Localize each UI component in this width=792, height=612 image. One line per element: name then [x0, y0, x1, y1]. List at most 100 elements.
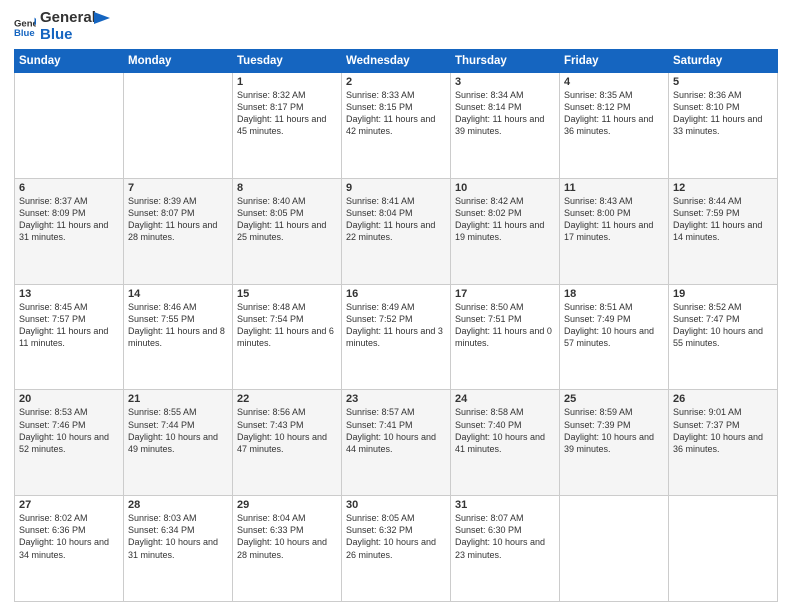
day-info: Sunrise: 8:34 AM Sunset: 8:14 PM Dayligh… [455, 89, 555, 138]
calendar-cell [560, 496, 669, 602]
day-number: 2 [346, 76, 446, 88]
day-info: Sunrise: 8:52 AM Sunset: 7:47 PM Dayligh… [673, 301, 773, 350]
calendar-cell: 29Sunrise: 8:04 AM Sunset: 6:33 PM Dayli… [233, 496, 342, 602]
day-info: Sunrise: 8:43 AM Sunset: 8:00 PM Dayligh… [564, 195, 664, 244]
day-info: Sunrise: 8:40 AM Sunset: 8:05 PM Dayligh… [237, 195, 337, 244]
day-number: 30 [346, 499, 446, 511]
day-info: Sunrise: 8:51 AM Sunset: 7:49 PM Dayligh… [564, 301, 664, 350]
day-info: Sunrise: 8:48 AM Sunset: 7:54 PM Dayligh… [237, 301, 337, 350]
day-number: 29 [237, 499, 337, 511]
logo: General Blue General Blue [14, 10, 110, 43]
calendar-week-row: 6Sunrise: 8:37 AM Sunset: 8:09 PM Daylig… [15, 178, 778, 284]
col-friday: Friday [560, 50, 669, 73]
day-info: Sunrise: 8:45 AM Sunset: 7:57 PM Dayligh… [19, 301, 119, 350]
col-thursday: Thursday [451, 50, 560, 73]
day-number: 1 [237, 76, 337, 88]
day-number: 6 [19, 182, 119, 194]
calendar-week-row: 20Sunrise: 8:53 AM Sunset: 7:46 PM Dayli… [15, 390, 778, 496]
calendar-cell: 23Sunrise: 8:57 AM Sunset: 7:41 PM Dayli… [342, 390, 451, 496]
day-info: Sunrise: 8:56 AM Sunset: 7:43 PM Dayligh… [237, 406, 337, 455]
day-number: 21 [128, 393, 228, 405]
day-info: Sunrise: 8:41 AM Sunset: 8:04 PM Dayligh… [346, 195, 446, 244]
day-info: Sunrise: 8:59 AM Sunset: 7:39 PM Dayligh… [564, 406, 664, 455]
day-info: Sunrise: 8:02 AM Sunset: 6:36 PM Dayligh… [19, 512, 119, 561]
calendar-cell: 16Sunrise: 8:49 AM Sunset: 7:52 PM Dayli… [342, 284, 451, 390]
day-info: Sunrise: 8:42 AM Sunset: 8:02 PM Dayligh… [455, 195, 555, 244]
day-number: 18 [564, 288, 664, 300]
day-info: Sunrise: 9:01 AM Sunset: 7:37 PM Dayligh… [673, 406, 773, 455]
day-info: Sunrise: 8:32 AM Sunset: 8:17 PM Dayligh… [237, 89, 337, 138]
day-number: 27 [19, 499, 119, 511]
calendar-cell: 27Sunrise: 8:02 AM Sunset: 6:36 PM Dayli… [15, 496, 124, 602]
calendar-week-row: 13Sunrise: 8:45 AM Sunset: 7:57 PM Dayli… [15, 284, 778, 390]
col-tuesday: Tuesday [233, 50, 342, 73]
calendar-cell: 26Sunrise: 9:01 AM Sunset: 7:37 PM Dayli… [669, 390, 778, 496]
day-info: Sunrise: 8:55 AM Sunset: 7:44 PM Dayligh… [128, 406, 228, 455]
day-number: 8 [237, 182, 337, 194]
day-number: 16 [346, 288, 446, 300]
day-number: 31 [455, 499, 555, 511]
calendar-cell: 14Sunrise: 8:46 AM Sunset: 7:55 PM Dayli… [124, 284, 233, 390]
calendar-cell: 6Sunrise: 8:37 AM Sunset: 8:09 PM Daylig… [15, 178, 124, 284]
logo-flag-icon [92, 12, 110, 30]
calendar-cell: 5Sunrise: 8:36 AM Sunset: 8:10 PM Daylig… [669, 73, 778, 179]
day-info: Sunrise: 8:50 AM Sunset: 7:51 PM Dayligh… [455, 301, 555, 350]
col-saturday: Saturday [669, 50, 778, 73]
day-info: Sunrise: 8:49 AM Sunset: 7:52 PM Dayligh… [346, 301, 446, 350]
day-info: Sunrise: 8:33 AM Sunset: 8:15 PM Dayligh… [346, 89, 446, 138]
calendar-cell [669, 496, 778, 602]
logo-blue: Blue [40, 27, 96, 44]
day-number: 26 [673, 393, 773, 405]
calendar-cell: 20Sunrise: 8:53 AM Sunset: 7:46 PM Dayli… [15, 390, 124, 496]
calendar-cell: 12Sunrise: 8:44 AM Sunset: 7:59 PM Dayli… [669, 178, 778, 284]
col-monday: Monday [124, 50, 233, 73]
calendar-cell: 7Sunrise: 8:39 AM Sunset: 8:07 PM Daylig… [124, 178, 233, 284]
calendar-cell: 9Sunrise: 8:41 AM Sunset: 8:04 PM Daylig… [342, 178, 451, 284]
col-wednesday: Wednesday [342, 50, 451, 73]
day-info: Sunrise: 8:37 AM Sunset: 8:09 PM Dayligh… [19, 195, 119, 244]
day-number: 20 [19, 393, 119, 405]
calendar-cell: 8Sunrise: 8:40 AM Sunset: 8:05 PM Daylig… [233, 178, 342, 284]
calendar-cell: 17Sunrise: 8:50 AM Sunset: 7:51 PM Dayli… [451, 284, 560, 390]
day-number: 12 [673, 182, 773, 194]
calendar-page: General Blue General Blue Sunday Monday … [0, 0, 792, 612]
day-info: Sunrise: 8:05 AM Sunset: 6:32 PM Dayligh… [346, 512, 446, 561]
calendar-cell: 15Sunrise: 8:48 AM Sunset: 7:54 PM Dayli… [233, 284, 342, 390]
calendar-header-row: Sunday Monday Tuesday Wednesday Thursday… [15, 50, 778, 73]
day-info: Sunrise: 8:39 AM Sunset: 8:07 PM Dayligh… [128, 195, 228, 244]
day-info: Sunrise: 8:44 AM Sunset: 7:59 PM Dayligh… [673, 195, 773, 244]
day-number: 9 [346, 182, 446, 194]
logo-icon: General Blue [14, 16, 36, 38]
calendar-cell: 11Sunrise: 8:43 AM Sunset: 8:00 PM Dayli… [560, 178, 669, 284]
calendar-cell: 10Sunrise: 8:42 AM Sunset: 8:02 PM Dayli… [451, 178, 560, 284]
calendar-week-row: 1Sunrise: 8:32 AM Sunset: 8:17 PM Daylig… [15, 73, 778, 179]
day-number: 19 [673, 288, 773, 300]
calendar-cell: 4Sunrise: 8:35 AM Sunset: 8:12 PM Daylig… [560, 73, 669, 179]
calendar-table: Sunday Monday Tuesday Wednesday Thursday… [14, 49, 778, 602]
calendar-cell: 30Sunrise: 8:05 AM Sunset: 6:32 PM Dayli… [342, 496, 451, 602]
day-number: 22 [237, 393, 337, 405]
day-number: 14 [128, 288, 228, 300]
day-number: 3 [455, 76, 555, 88]
day-number: 7 [128, 182, 228, 194]
calendar-cell: 28Sunrise: 8:03 AM Sunset: 6:34 PM Dayli… [124, 496, 233, 602]
calendar-cell [124, 73, 233, 179]
day-info: Sunrise: 8:58 AM Sunset: 7:40 PM Dayligh… [455, 406, 555, 455]
calendar-cell: 25Sunrise: 8:59 AM Sunset: 7:39 PM Dayli… [560, 390, 669, 496]
logo-general: General [40, 10, 96, 27]
day-info: Sunrise: 8:35 AM Sunset: 8:12 PM Dayligh… [564, 89, 664, 138]
svg-text:Blue: Blue [14, 27, 35, 37]
day-number: 23 [346, 393, 446, 405]
calendar-cell: 1Sunrise: 8:32 AM Sunset: 8:17 PM Daylig… [233, 73, 342, 179]
day-number: 4 [564, 76, 664, 88]
calendar-week-row: 27Sunrise: 8:02 AM Sunset: 6:36 PM Dayli… [15, 496, 778, 602]
day-info: Sunrise: 8:07 AM Sunset: 6:30 PM Dayligh… [455, 512, 555, 561]
day-info: Sunrise: 8:57 AM Sunset: 7:41 PM Dayligh… [346, 406, 446, 455]
calendar-cell [15, 73, 124, 179]
day-info: Sunrise: 8:46 AM Sunset: 7:55 PM Dayligh… [128, 301, 228, 350]
day-number: 17 [455, 288, 555, 300]
day-info: Sunrise: 8:36 AM Sunset: 8:10 PM Dayligh… [673, 89, 773, 138]
day-number: 11 [564, 182, 664, 194]
day-number: 15 [237, 288, 337, 300]
col-sunday: Sunday [15, 50, 124, 73]
